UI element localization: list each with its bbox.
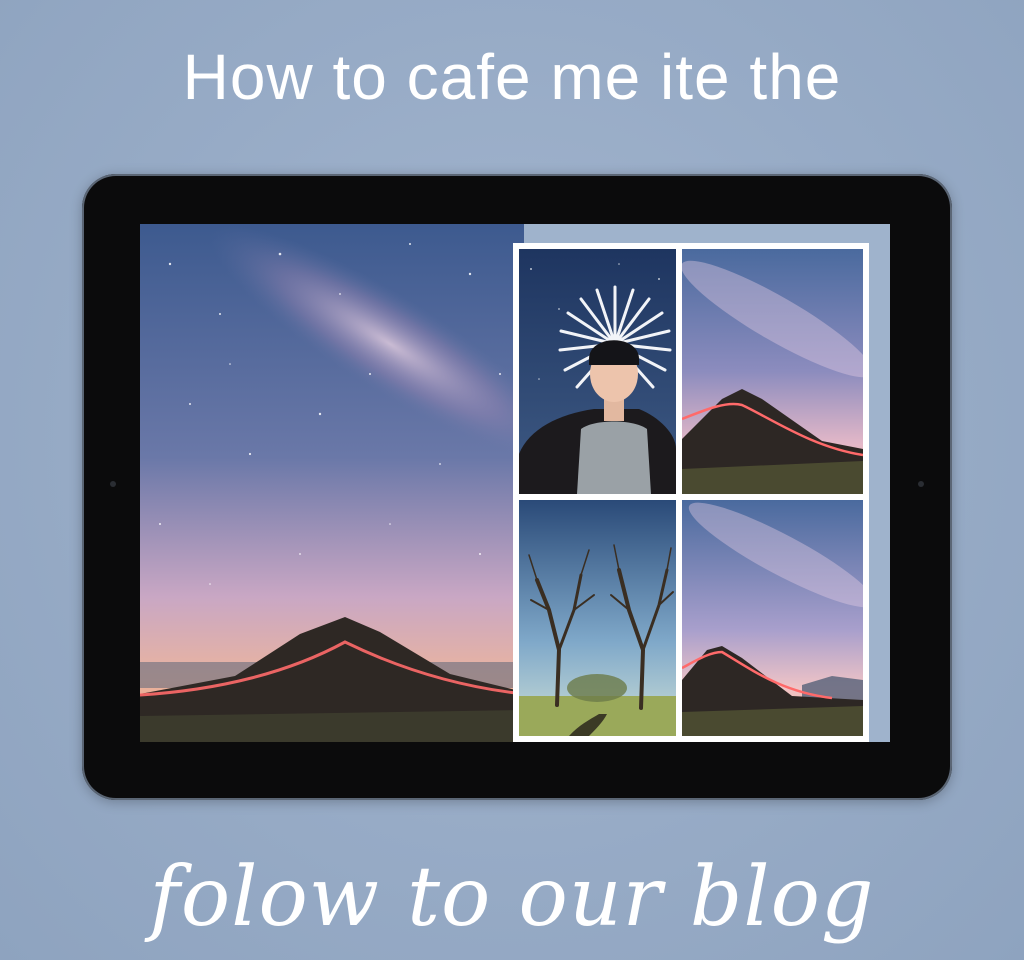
- milky-way-mountain-photo: [682, 249, 863, 494]
- milky-way-mountain-photo: [140, 224, 524, 742]
- tablet-device: [82, 174, 952, 800]
- milky-way-mountain-photo: [682, 500, 863, 736]
- bare-trees-photo: [519, 500, 676, 736]
- tablet-sensor-dot: [918, 481, 924, 487]
- photo-collage: [513, 243, 869, 742]
- portrait-with-halo-photo: [519, 249, 676, 494]
- headline: How to cafe me ite the: [182, 41, 842, 113]
- tablet-screen: [140, 224, 890, 742]
- tablet-camera-dot: [110, 481, 116, 487]
- footer-tagline: folow to our blog: [149, 850, 875, 945]
